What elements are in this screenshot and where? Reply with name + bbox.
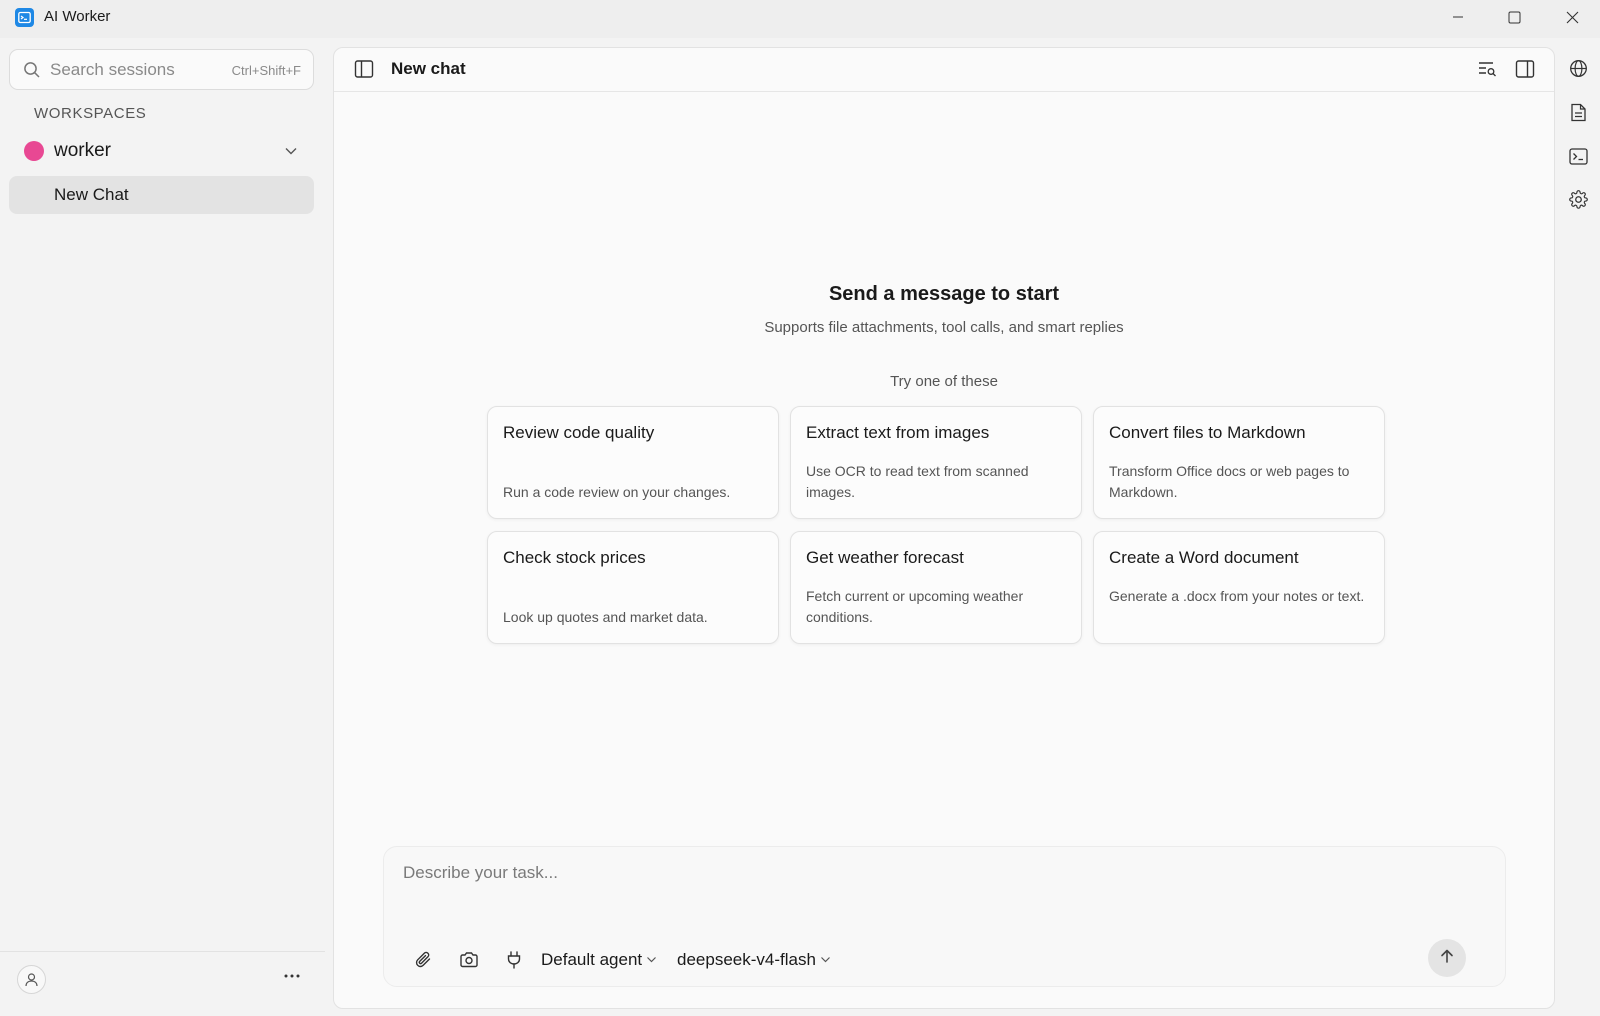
session-item-new-chat[interactable]: New Chat <box>9 176 314 214</box>
more-icon[interactable] <box>280 964 304 988</box>
panel-right-icon[interactable] <box>1515 59 1535 84</box>
title-bar: AI Worker <box>0 0 1600 38</box>
user-icon[interactable] <box>17 965 46 994</box>
suggestion-title: Create a Word document <box>1109 548 1299 567</box>
suggestion-card-stock-prices[interactable]: Check stock prices Look up quotes and ma… <box>487 531 779 644</box>
suggestion-title: Get weather forecast <box>806 548 964 567</box>
chevron-down-icon <box>646 950 657 970</box>
search-input[interactable] <box>50 58 220 82</box>
close-icon[interactable] <box>1544 0 1600 34</box>
suggestion-desc: Transform Office docs or web pages to Ma… <box>1109 463 1350 500</box>
suggestion-desc: Run a code review on your changes. <box>503 484 731 500</box>
message-composer: Default agent deepseek-v4-flash <box>383 846 1506 987</box>
suggestion-title: Check stock prices <box>503 548 646 567</box>
minimize-icon[interactable] <box>1430 0 1486 34</box>
app-title: AI Worker <box>44 8 111 25</box>
suggestion-card-weather[interactable]: Get weather forecast Fetch current or up… <box>790 531 1082 644</box>
agent-selector-label: Default agent <box>541 950 643 969</box>
message-input[interactable] <box>403 863 1483 903</box>
chat-header: New chat <box>334 48 1554 92</box>
workspace-color-dot <box>24 141 44 161</box>
search-sessions[interactable]: Ctrl+Shift+F <box>9 49 314 90</box>
model-selector-label: deepseek-v4-flash <box>677 950 816 969</box>
suggestion-card-review-code[interactable]: Review code quality Run a code review on… <box>487 406 779 519</box>
suggestion-desc: Use OCR to read text from scanned images… <box>806 463 1029 500</box>
workspaces-heading: WORKSPACES <box>34 105 147 122</box>
suggestion-title: Extract text from images <box>806 423 990 442</box>
sidebar: Ctrl+Shift+F WORKSPACES worker New Chat <box>0 38 325 1016</box>
workspace-item-worker[interactable]: worker <box>9 131 314 171</box>
empty-state-subtitle: Supports file attachments, tool calls, a… <box>764 319 1124 336</box>
suggestion-desc: Fetch current or upcoming weather condit… <box>806 588 1024 625</box>
model-selector[interactable]: deepseek-v4-flash <box>677 947 831 973</box>
globe-icon[interactable] <box>1567 57 1589 79</box>
session-item-label: New Chat <box>54 185 129 204</box>
suggestion-card-convert-markdown[interactable]: Convert files to Markdown Transform Offi… <box>1093 406 1385 519</box>
chevron-down-icon[interactable] <box>284 144 298 163</box>
suggestion-title: Review code quality <box>503 423 655 442</box>
search-list-icon[interactable] <box>1477 59 1497 84</box>
right-rail <box>1555 38 1600 1016</box>
paperclip-icon[interactable] <box>411 947 437 973</box>
suggestions-label: Try one of these <box>890 373 998 390</box>
camera-icon[interactable] <box>456 947 482 973</box>
plug-icon[interactable] <box>501 947 527 973</box>
empty-state-title: Send a message to start <box>828 283 1060 305</box>
page-title: New chat <box>391 59 466 78</box>
suggestion-card-extract-text[interactable]: Extract text from images Use OCR to read… <box>790 406 1082 519</box>
sidebar-toggle-icon[interactable] <box>354 59 374 84</box>
gear-icon[interactable] <box>1567 188 1589 210</box>
sidebar-divider <box>0 951 325 952</box>
suggestion-card-word-doc[interactable]: Create a Word document Generate a .docx … <box>1093 531 1385 644</box>
chevron-down-icon <box>820 950 831 970</box>
chat-panel: New chat Send a message to start Support… <box>333 47 1555 1009</box>
arrow-up-icon <box>1439 948 1455 969</box>
terminal-icon[interactable] <box>1567 145 1589 167</box>
send-button[interactable] <box>1428 939 1466 977</box>
search-icon <box>23 61 41 84</box>
search-shortcut-hint: Ctrl+Shift+F <box>231 63 301 78</box>
document-icon[interactable] <box>1567 101 1589 123</box>
agent-selector[interactable]: Default agent <box>541 947 657 973</box>
app-logo-icon <box>15 8 34 27</box>
workspace-name: worker <box>54 140 112 161</box>
suggestion-title: Convert files to Markdown <box>1109 423 1306 442</box>
suggestion-desc: Generate a .docx from your notes or text… <box>1109 588 1365 604</box>
maximize-icon[interactable] <box>1486 0 1542 34</box>
suggestion-desc: Look up quotes and market data. <box>503 609 708 625</box>
